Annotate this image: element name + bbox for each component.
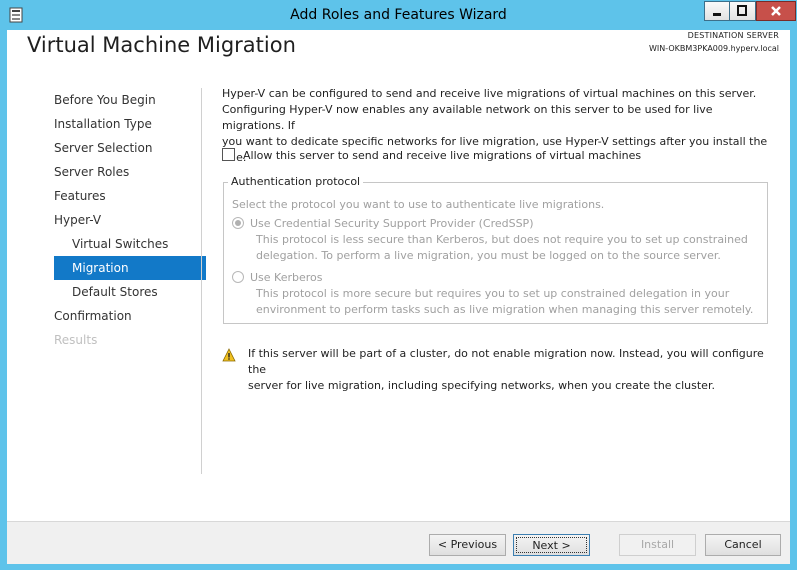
allow-live-migration-option[interactable]: Allow this server to send and receive li… bbox=[222, 148, 641, 164]
destination-server-label: DESTINATION SERVER bbox=[687, 31, 779, 40]
kerberos-label: Use Kerberos bbox=[250, 271, 323, 284]
minimize-icon bbox=[713, 13, 721, 16]
nav-step-server-roles[interactable]: Server Roles bbox=[54, 160, 129, 184]
wizard-footer: < Previous Next > Install Cancel bbox=[7, 521, 790, 564]
intro-line: Configuring Hyper-V now enables any avai… bbox=[222, 103, 713, 132]
credssp-description: This protocol is less secure than Kerber… bbox=[256, 232, 756, 264]
next-button[interactable]: Next > bbox=[513, 534, 590, 556]
cluster-warning-text: If this server will be part of a cluster… bbox=[248, 346, 773, 394]
maximize-button[interactable] bbox=[730, 1, 756, 21]
maximize-icon bbox=[737, 5, 747, 16]
window-title: Add Roles and Features Wizard bbox=[290, 7, 507, 23]
nav-step-server-selection[interactable]: Server Selection bbox=[54, 136, 152, 160]
warning-line: server for live migration, including spe… bbox=[248, 379, 715, 392]
allow-live-migration-label: Allow this server to send and receive li… bbox=[243, 149, 642, 162]
nav-step-virtual-switches[interactable]: Virtual Switches bbox=[54, 232, 168, 256]
next-button-label: Next > bbox=[516, 537, 587, 553]
nav-step-confirmation[interactable]: Confirmation bbox=[54, 304, 132, 328]
credssp-option[interactable]: Use Credential Security Support Provider… bbox=[232, 216, 534, 231]
credssp-radio[interactable] bbox=[232, 217, 244, 229]
nav-step-migration[interactable]: Migration bbox=[54, 256, 206, 280]
close-button[interactable] bbox=[756, 1, 796, 21]
kerberos-radio[interactable] bbox=[232, 271, 244, 283]
previous-button[interactable]: < Previous bbox=[429, 534, 506, 556]
credssp-label: Use Credential Security Support Provider… bbox=[250, 217, 534, 230]
credssp-desc-line: delegation. To perform a live migration,… bbox=[256, 249, 721, 262]
cancel-button[interactable]: Cancel bbox=[705, 534, 781, 556]
nav-divider bbox=[201, 88, 202, 474]
authentication-protocol-group: Authentication protocol Select the proto… bbox=[223, 175, 768, 324]
install-button: Install bbox=[619, 534, 696, 556]
close-icon bbox=[771, 6, 781, 16]
kerberos-desc-line: environment to perform tasks such as liv… bbox=[256, 303, 754, 316]
nav-step-before-you-begin[interactable]: Before You Begin bbox=[54, 88, 156, 112]
warning-line: If this server will be part of a cluster… bbox=[248, 347, 764, 376]
warning-icon bbox=[222, 348, 236, 362]
nav-step-default-stores[interactable]: Default Stores bbox=[54, 280, 158, 304]
allow-live-migration-checkbox[interactable] bbox=[222, 148, 235, 161]
intro-line: Hyper-V can be configured to send and re… bbox=[222, 87, 757, 100]
destination-server-name: WIN-OKBM3PKA009.hyperv.local bbox=[649, 44, 779, 53]
kerberos-option[interactable]: Use Kerberos bbox=[232, 270, 323, 285]
kerberos-description: This protocol is more secure but require… bbox=[256, 286, 756, 318]
credssp-desc-line: This protocol is less secure than Kerber… bbox=[256, 233, 748, 246]
nav-step-results: Results bbox=[54, 333, 98, 347]
authentication-protocol-title: Authentication protocol bbox=[228, 175, 364, 188]
authentication-protocol-description: Select the protocol you want to use to a… bbox=[232, 198, 605, 211]
kerberos-desc-line: This protocol is more secure but require… bbox=[256, 287, 730, 300]
title-bar[interactable]: Add Roles and Features Wizard bbox=[0, 0, 797, 30]
nav-step-features[interactable]: Features bbox=[54, 184, 106, 208]
page-title: Virtual Machine Migration bbox=[27, 33, 296, 57]
minimize-button[interactable] bbox=[704, 1, 730, 21]
wizard-window: Add Roles and Features Wizard Virtual Ma… bbox=[0, 0, 797, 570]
nav-step-installation-type[interactable]: Installation Type bbox=[54, 112, 152, 136]
nav-step-hyper-v[interactable]: Hyper-V bbox=[54, 208, 101, 232]
